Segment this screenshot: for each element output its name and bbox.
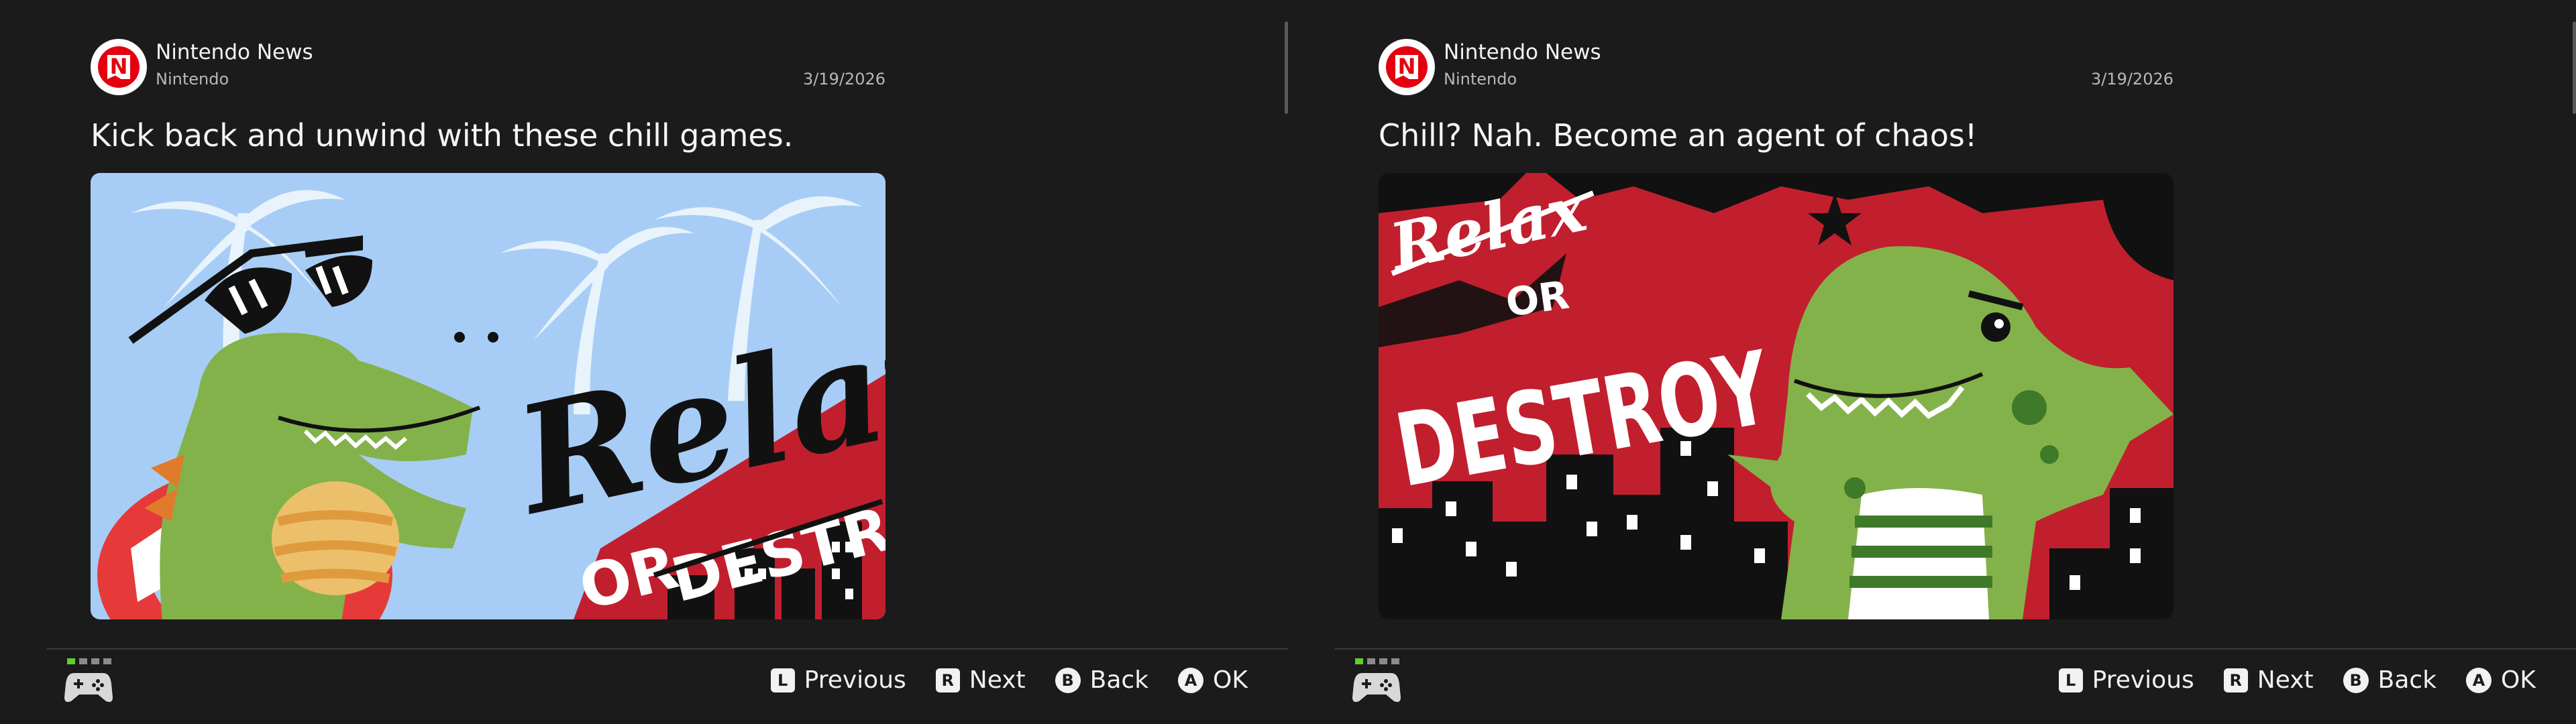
news-panel-left: N Nintendo News Nintendo 3/19/2026 Kick … bbox=[0, 0, 1288, 724]
l-button-icon: L bbox=[2058, 668, 2083, 692]
scrollbar[interactable] bbox=[2573, 21, 2576, 114]
footer-hints: L Previous R Next B Back A OK bbox=[2058, 666, 2536, 694]
footer-divider bbox=[1335, 648, 2576, 650]
news-panel-right: N Nintendo News Nintendo 3/19/2026 Chill… bbox=[1288, 0, 2576, 724]
channel-name: Nintendo News bbox=[156, 40, 313, 64]
post-date: 3/19/2026 bbox=[2090, 70, 2174, 88]
a-button-icon: A bbox=[1178, 667, 1204, 693]
post-headline: Chill? Nah. Become an agent of chaos! bbox=[1379, 117, 1978, 154]
r-button-icon: R bbox=[2223, 668, 2248, 692]
footer-divider bbox=[47, 648, 1288, 650]
next-label: Next bbox=[969, 666, 1026, 694]
publisher-name: Nintendo bbox=[156, 70, 229, 88]
previous-label: Previous bbox=[2092, 666, 2194, 694]
channel-name: Nintendo News bbox=[1444, 40, 1601, 64]
or-word: OR bbox=[1503, 272, 1572, 325]
back-button[interactable]: B Back bbox=[2343, 666, 2436, 694]
hero-image-relax[interactable]: Relax OR DESTROY bbox=[91, 173, 885, 619]
post-header: N Nintendo News Nintendo 3/19/2026 bbox=[91, 39, 885, 95]
l-button-icon: L bbox=[770, 668, 795, 692]
avatar-letter: N bbox=[109, 54, 128, 79]
back-button[interactable]: B Back bbox=[1055, 666, 1148, 694]
back-label: Back bbox=[2377, 666, 2437, 694]
next-label: Next bbox=[2257, 666, 2314, 694]
ok-button[interactable]: A OK bbox=[2466, 666, 2536, 694]
ok-label: OK bbox=[2501, 666, 2536, 694]
back-label: Back bbox=[1089, 666, 1149, 694]
b-button-icon: B bbox=[2343, 667, 2369, 693]
next-button[interactable]: R Next bbox=[2223, 666, 2314, 694]
previous-button[interactable]: L Previous bbox=[2058, 666, 2194, 694]
a-button-icon: A bbox=[2466, 667, 2492, 693]
nintendo-news-avatar: N bbox=[91, 39, 147, 95]
nintendo-news-avatar: N bbox=[1379, 39, 1435, 95]
b-button-icon: B bbox=[1055, 667, 1081, 693]
r-button-icon: R bbox=[935, 668, 960, 692]
previous-button[interactable]: L Previous bbox=[770, 666, 906, 694]
ok-label: OK bbox=[1213, 666, 1248, 694]
previous-label: Previous bbox=[804, 666, 906, 694]
hero-image-destroy[interactable]: Relax OR DESTROY bbox=[1379, 173, 2174, 619]
publisher-name: Nintendo bbox=[1444, 70, 1517, 88]
ok-button[interactable]: A OK bbox=[1178, 666, 1248, 694]
avatar-letter: N bbox=[1397, 54, 1416, 79]
post-header: N Nintendo News Nintendo 3/19/2026 bbox=[1379, 39, 2174, 95]
controller-icon bbox=[64, 657, 113, 705]
controller-icon bbox=[1352, 657, 1401, 705]
post-date: 3/19/2026 bbox=[802, 70, 885, 88]
next-button[interactable]: R Next bbox=[935, 666, 1026, 694]
post-headline: Kick back and unwind with these chill ga… bbox=[91, 117, 794, 154]
footer-hints: L Previous R Next B Back A OK bbox=[770, 666, 1248, 694]
